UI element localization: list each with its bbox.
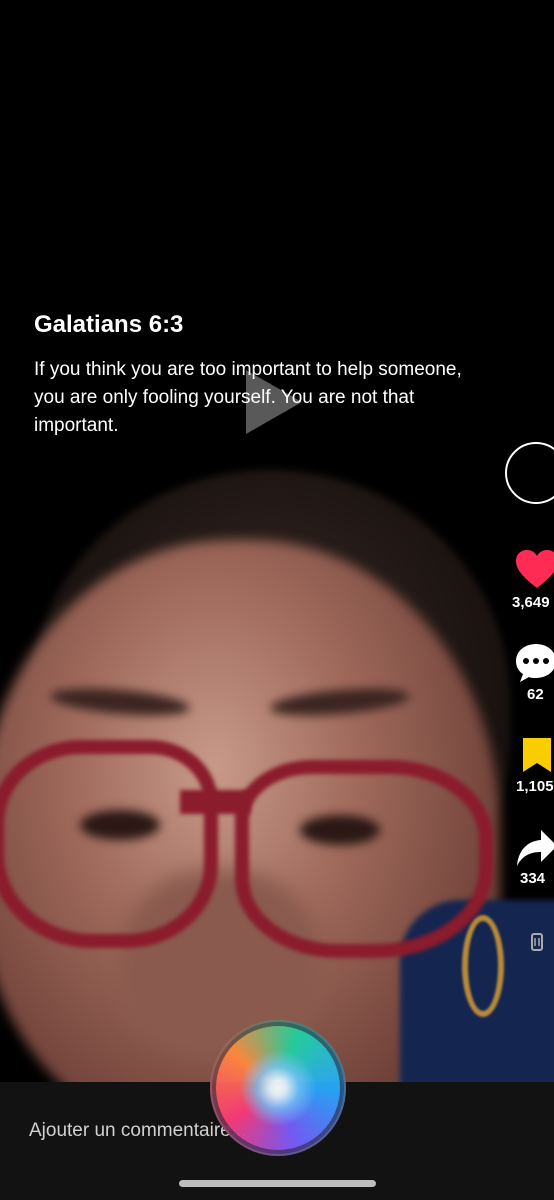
comment-icon[interactable] — [514, 642, 554, 684]
bookmark-icon[interactable] — [520, 736, 554, 774]
siri-orb-ring — [210, 1020, 346, 1156]
home-indicator[interactable] — [179, 1180, 376, 1187]
bookmark-count: 1,105 — [516, 778, 554, 795]
music-disc-icon[interactable] — [528, 930, 548, 954]
share-count: 334 — [520, 870, 546, 887]
caption-title: Galatians 6:3 — [34, 311, 184, 338]
comment-count: 62 — [527, 686, 544, 703]
heart-icon[interactable] — [514, 548, 554, 590]
video-glasses-bridge — [180, 790, 250, 814]
share-icon[interactable] — [515, 828, 554, 868]
like-count: 3,649 — [512, 594, 550, 611]
video-glasses-right — [235, 760, 493, 958]
video-earring — [462, 915, 504, 1017]
play-icon[interactable] — [246, 370, 302, 434]
video-player[interactable] — [0, 0, 554, 1082]
video-glasses-left — [0, 740, 218, 948]
